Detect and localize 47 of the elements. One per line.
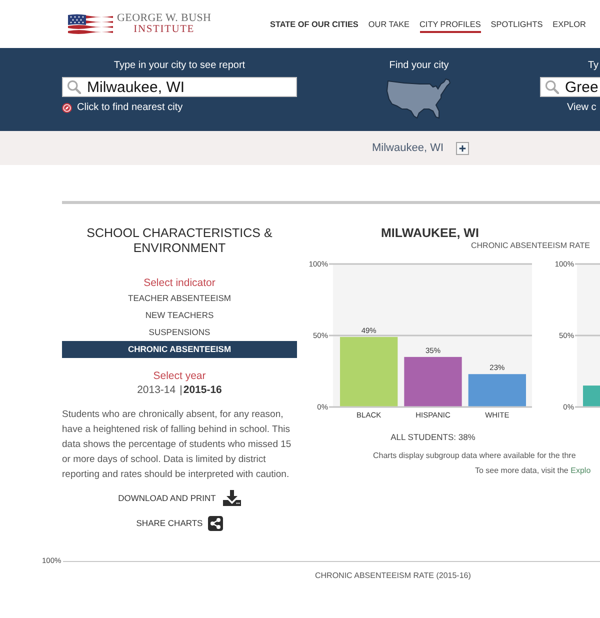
compass-icon — [62, 103, 72, 113]
indicator-option[interactable]: SUSPENSIONS — [148, 324, 210, 341]
city-title: MILWAUKEE, WI — [381, 226, 479, 240]
view-link[interactable]: View c — [567, 102, 596, 114]
share-icon — [208, 516, 223, 530]
summary-text: ALL STUDENTS: 38% — [390, 432, 476, 442]
section-title: SCHOOL CHARACTERISTICS & ENVIRONMENT — [86, 226, 274, 256]
search-icon — [67, 80, 81, 94]
bar — [583, 386, 600, 406]
download-icon — [222, 490, 241, 506]
share-charts-button[interactable]: SHARE CHARTS — [136, 515, 223, 531]
more-data-text: To see more data, visit the — [475, 466, 568, 475]
year-label: Select year — [153, 369, 206, 383]
city-search-field[interactable]: Milwaukee, WI — [62, 77, 297, 97]
search-label: Type in your city to see report — [114, 59, 246, 73]
bar — [468, 374, 526, 406]
compare-search-field[interactable]: Gree — [540, 77, 600, 97]
year-separator: | — [180, 383, 182, 397]
plus-icon — [458, 144, 466, 152]
chart-note: Charts display subgroup data where available for the thre — [373, 450, 576, 462]
explore-link[interactable]: Explo — [570, 466, 591, 475]
institute-wordmark[interactable]: GEORGE W. BUSH INSTITUTE — [117, 13, 212, 35]
bar — [404, 356, 462, 406]
indicator-option[interactable]: NEW TEACHERS — [145, 307, 214, 324]
description-text: Students who are chronically absent, for any reason, have a heightened risk of falling behind in school. This data shows the percentage of students who missed 15 or more days of school. Data is limited by district reporting and rates should be interpreted with caution. — [62, 408, 292, 482]
nav-link[interactable]: EXPLOR — [552, 20, 586, 32]
indicator-option[interactable]: CHRONIC ABSENTEEISM — [62, 341, 297, 358]
indicator-option[interactable]: TEACHER ABSENTEEISM — [128, 290, 231, 307]
map-label: Find your city — [389, 59, 449, 73]
indicator-label: Select indicator — [144, 276, 216, 290]
chart-title: CHRONIC ABSENTEEISM RATE (2015-16) — [315, 570, 471, 582]
download-print-button[interactable]: DOWNLOAD AND PRINT — [118, 489, 241, 507]
nav-link[interactable]: STATE OF OUR CITIES — [270, 20, 358, 32]
nav-link[interactable]: SPOTLIGHTS — [490, 20, 543, 32]
add-city-button[interactable] — [456, 142, 469, 154]
nav-link[interactable]: CITY PROFILES — [420, 20, 481, 32]
chart-subtitle: CHRONIC ABSENTEEISM RATE — [471, 240, 590, 251]
search-icon — [545, 80, 559, 94]
year-option[interactable]: 2015-16 — [183, 383, 222, 397]
nav-link[interactable]: OUR TAKE — [368, 20, 410, 32]
year-option[interactable]: 2013-14 — [137, 383, 176, 397]
flag-icon — [68, 14, 113, 34]
city-name: Milwaukee, WI — [372, 142, 444, 154]
search-label: Ty — [588, 59, 599, 73]
bar — [340, 336, 398, 406]
us-map-icon[interactable] — [386, 78, 452, 120]
nearest-city-link[interactable]: Click to find nearest city — [62, 102, 183, 114]
